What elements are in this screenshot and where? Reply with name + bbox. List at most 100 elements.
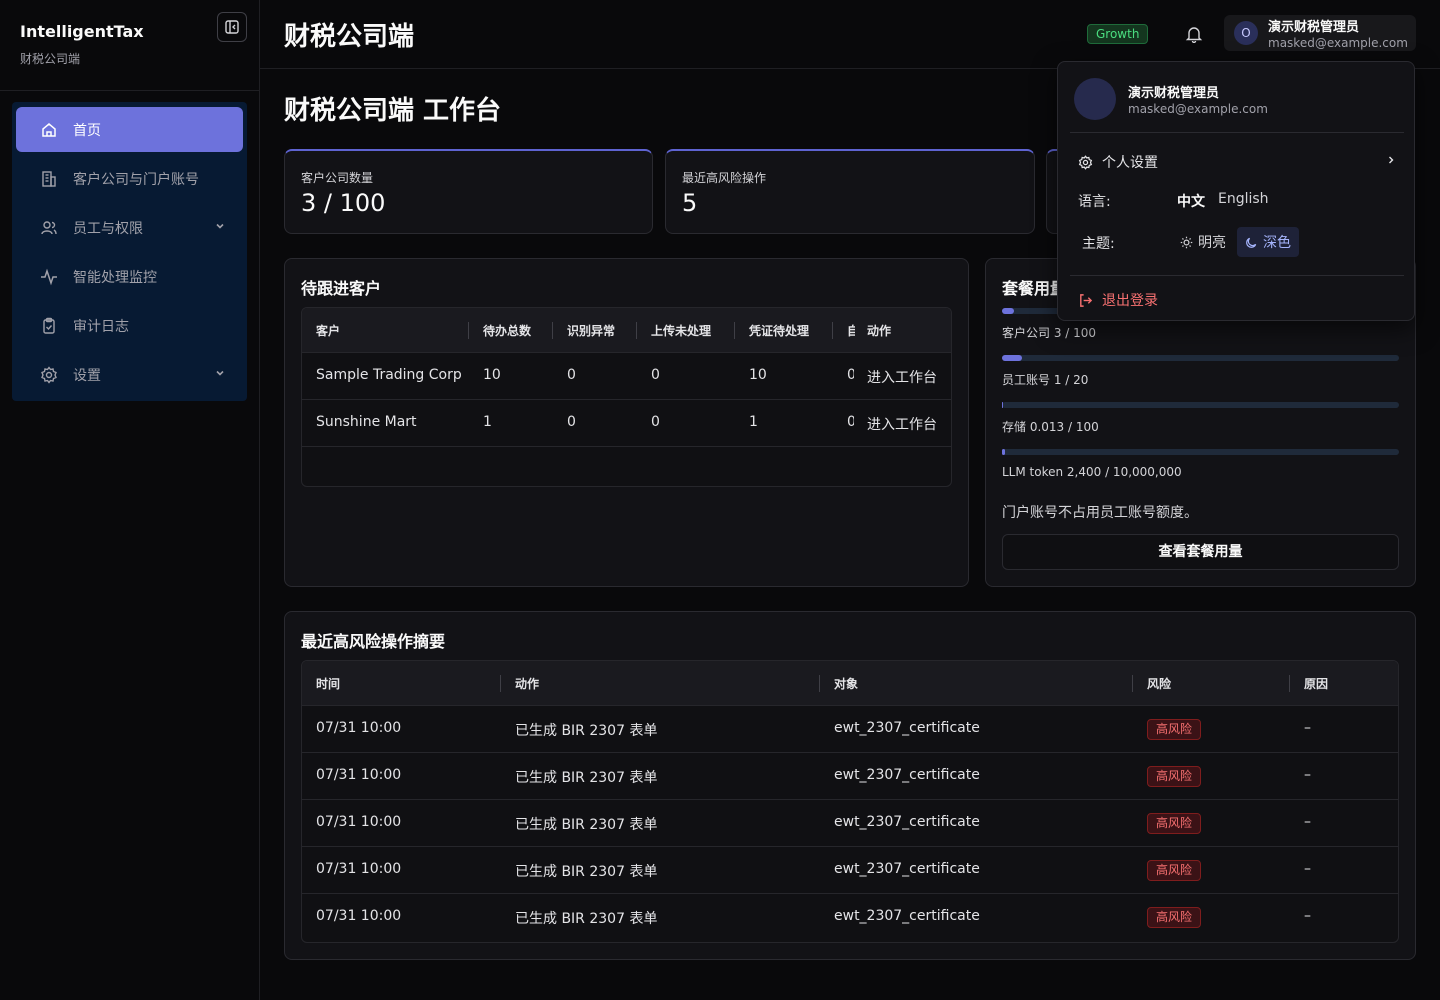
- language-option-zh[interactable]: 中文: [1177, 191, 1205, 211]
- theme-option-label: 明亮: [1198, 235, 1226, 251]
- usage-label: LLM token 2,400 / 10,000,000: [1002, 465, 1182, 479]
- sidebar-item-label: 员工与权限: [73, 220, 143, 237]
- sidebar-item-label: 智能处理监控: [73, 269, 157, 286]
- column-header: 识别异常: [567, 324, 616, 338]
- column-header: 凭证待处理: [749, 324, 810, 338]
- user-menu-button[interactable]: O 演示财税管理员 masked@example.com: [1224, 15, 1416, 51]
- sidebar-item-settings[interactable]: 设置: [16, 352, 243, 397]
- column-header: 上传未处理: [651, 324, 712, 338]
- column-header: 待办总数: [483, 324, 532, 338]
- cell-time: 07/31 10:00: [316, 767, 402, 783]
- sidebar-nav: 首页 客户公司与门户账号 员工与权限 智能处理监控 审计日志 设置: [12, 102, 247, 401]
- sidebar-item-clients[interactable]: 客户公司与门户账号: [16, 156, 243, 201]
- logout-icon: [1080, 293, 1093, 307]
- usage-bar: [1002, 449, 1399, 455]
- sidebar-item-audit[interactable]: 审计日志: [16, 303, 243, 348]
- column-divider: [552, 322, 553, 339]
- table-row: Sunshine Mart 1 0 0 1 0 进入工作台: [302, 400, 951, 447]
- column-divider: [468, 322, 469, 339]
- column-divider: [500, 675, 501, 692]
- user-email: masked@example.com: [1268, 36, 1408, 50]
- column-header: 动作: [515, 677, 540, 691]
- table-row: 07/31 10:00 已生成 BIR 2307 表单 ewt_2307_cer…: [302, 753, 1398, 800]
- cell-unprocessed: 0: [651, 414, 660, 430]
- theme-label: 主题:: [1082, 236, 1115, 252]
- usage-label: 客户公司 3 / 100: [1002, 326, 1097, 340]
- column-divider: [636, 322, 637, 339]
- pending-clients-table: 客户 待办总数 识别异常 上传未处理 凭证待处理 自 动作 Sample Tra…: [301, 307, 952, 487]
- table-header: 时间 动作 对象 风险 原因: [302, 661, 1398, 706]
- stat-label: 客户公司数量: [301, 171, 374, 185]
- usage-note: 门户账号不占用员工账号额度。: [1002, 505, 1198, 521]
- cell-time: 07/31 10:00: [316, 908, 402, 924]
- language-label: 语言:: [1078, 194, 1111, 210]
- notifications-button[interactable]: [1185, 25, 1203, 43]
- sidebar-divider: [0, 90, 259, 91]
- language-option-en[interactable]: English: [1218, 191, 1269, 207]
- brand: IntelligentTax 财税公司端: [20, 22, 144, 67]
- table-header: 客户 待办总数 识别异常 上传未处理 凭证待处理 自 动作: [302, 308, 951, 353]
- enter-workbench-link[interactable]: 进入工作台: [867, 367, 937, 387]
- bell-icon: [1185, 27, 1203, 43]
- column-header: 原因: [1304, 677, 1329, 691]
- avatar: O: [1234, 21, 1258, 45]
- sidebar-item-label: 设置: [73, 367, 101, 384]
- gear-icon: [41, 365, 57, 384]
- cell-unprocessed: 0: [651, 367, 660, 383]
- menu-divider: [1070, 275, 1404, 276]
- usage-bar-fill: [1002, 402, 1003, 408]
- cell-time: 07/31 10:00: [316, 861, 402, 877]
- theme-option-light[interactable]: 明亮: [1172, 227, 1234, 257]
- chevron-down-icon: [216, 370, 224, 376]
- cell-client: Sample Trading Corp: [316, 367, 462, 383]
- enter-workbench-link[interactable]: 进入工作台: [867, 414, 937, 434]
- column-divider: [1132, 675, 1133, 692]
- cell-object: ewt_2307_certificate: [834, 767, 980, 783]
- page-title: 财税公司端 工作台: [284, 96, 502, 126]
- logout-item[interactable]: 退出登录: [1078, 290, 1158, 310]
- column-header: 动作: [867, 324, 892, 338]
- cell-action: 已生成 BIR 2307 表单: [515, 911, 658, 927]
- view-usage-button[interactable]: 查看套餐用量: [1002, 534, 1399, 570]
- usage-bar-fill: [1002, 449, 1005, 455]
- risk-badge: 高风险: [1147, 719, 1202, 740]
- cell-todo: 1: [483, 414, 492, 430]
- cell-voucher: 1: [749, 414, 758, 430]
- sidebar-collapse-icon: [225, 20, 239, 34]
- clipboard-icon: [43, 317, 55, 334]
- usage-bar: [1002, 355, 1399, 361]
- column-header: 对象: [834, 677, 859, 691]
- cell-reason: –: [1304, 720, 1311, 736]
- theme-option-dark[interactable]: 深色: [1237, 227, 1299, 257]
- high-risk-panel: 最近高风险操作摘要 时间 动作 对象 风险 原因 07/31 10:00 已生成…: [284, 611, 1416, 960]
- chevron-right-icon: [1389, 156, 1394, 164]
- user-name: 演示财税管理员: [1128, 86, 1220, 101]
- profile-settings-item[interactable]: 个人设置: [1078, 152, 1396, 172]
- risk-badge: 高风险: [1147, 907, 1202, 928]
- cell-action: 已生成 BIR 2307 表单: [515, 770, 658, 786]
- usage-bar-fill: [1002, 355, 1022, 361]
- header-title: 财税公司端: [284, 22, 415, 52]
- gear-icon: [1078, 154, 1093, 170]
- sidebar-item-monitor[interactable]: 智能处理监控: [16, 254, 243, 299]
- table-row: Sample Trading Corp 10 0 0 10 0 进入工作台: [302, 353, 951, 400]
- high-risk-table: 时间 动作 对象 风险 原因 07/31 10:00 已生成 BIR 2307 …: [301, 660, 1399, 943]
- collapse-sidebar-button[interactable]: [217, 12, 247, 42]
- cell-object: ewt_2307_certificate: [834, 814, 980, 830]
- table-scrollbar[interactable]: [302, 447, 951, 486]
- sidebar-item-staff[interactable]: 员工与权限: [16, 205, 243, 250]
- brand-subtitle: 财税公司端: [20, 52, 81, 66]
- brand-name: IntelligentTax: [20, 22, 144, 41]
- column-divider: [1289, 675, 1290, 692]
- column-header: 客户: [316, 324, 341, 338]
- plan-badge: Growth: [1087, 24, 1149, 44]
- cell-todo: 10: [483, 367, 501, 383]
- risk-badge: 高风险: [1147, 766, 1202, 787]
- sidebar-item-home[interactable]: 首页: [16, 107, 243, 152]
- column-header: 时间: [316, 677, 341, 691]
- risk-badge: 高风险: [1147, 813, 1202, 834]
- column-header: 风险: [1147, 677, 1172, 691]
- usage-label: 员工账号 1 / 20: [1002, 373, 1089, 387]
- sidebar: IntelligentTax 财税公司端 首页 客户公司与门户账号 员工与权限 …: [0, 0, 260, 1000]
- sun-icon: [1180, 236, 1193, 248]
